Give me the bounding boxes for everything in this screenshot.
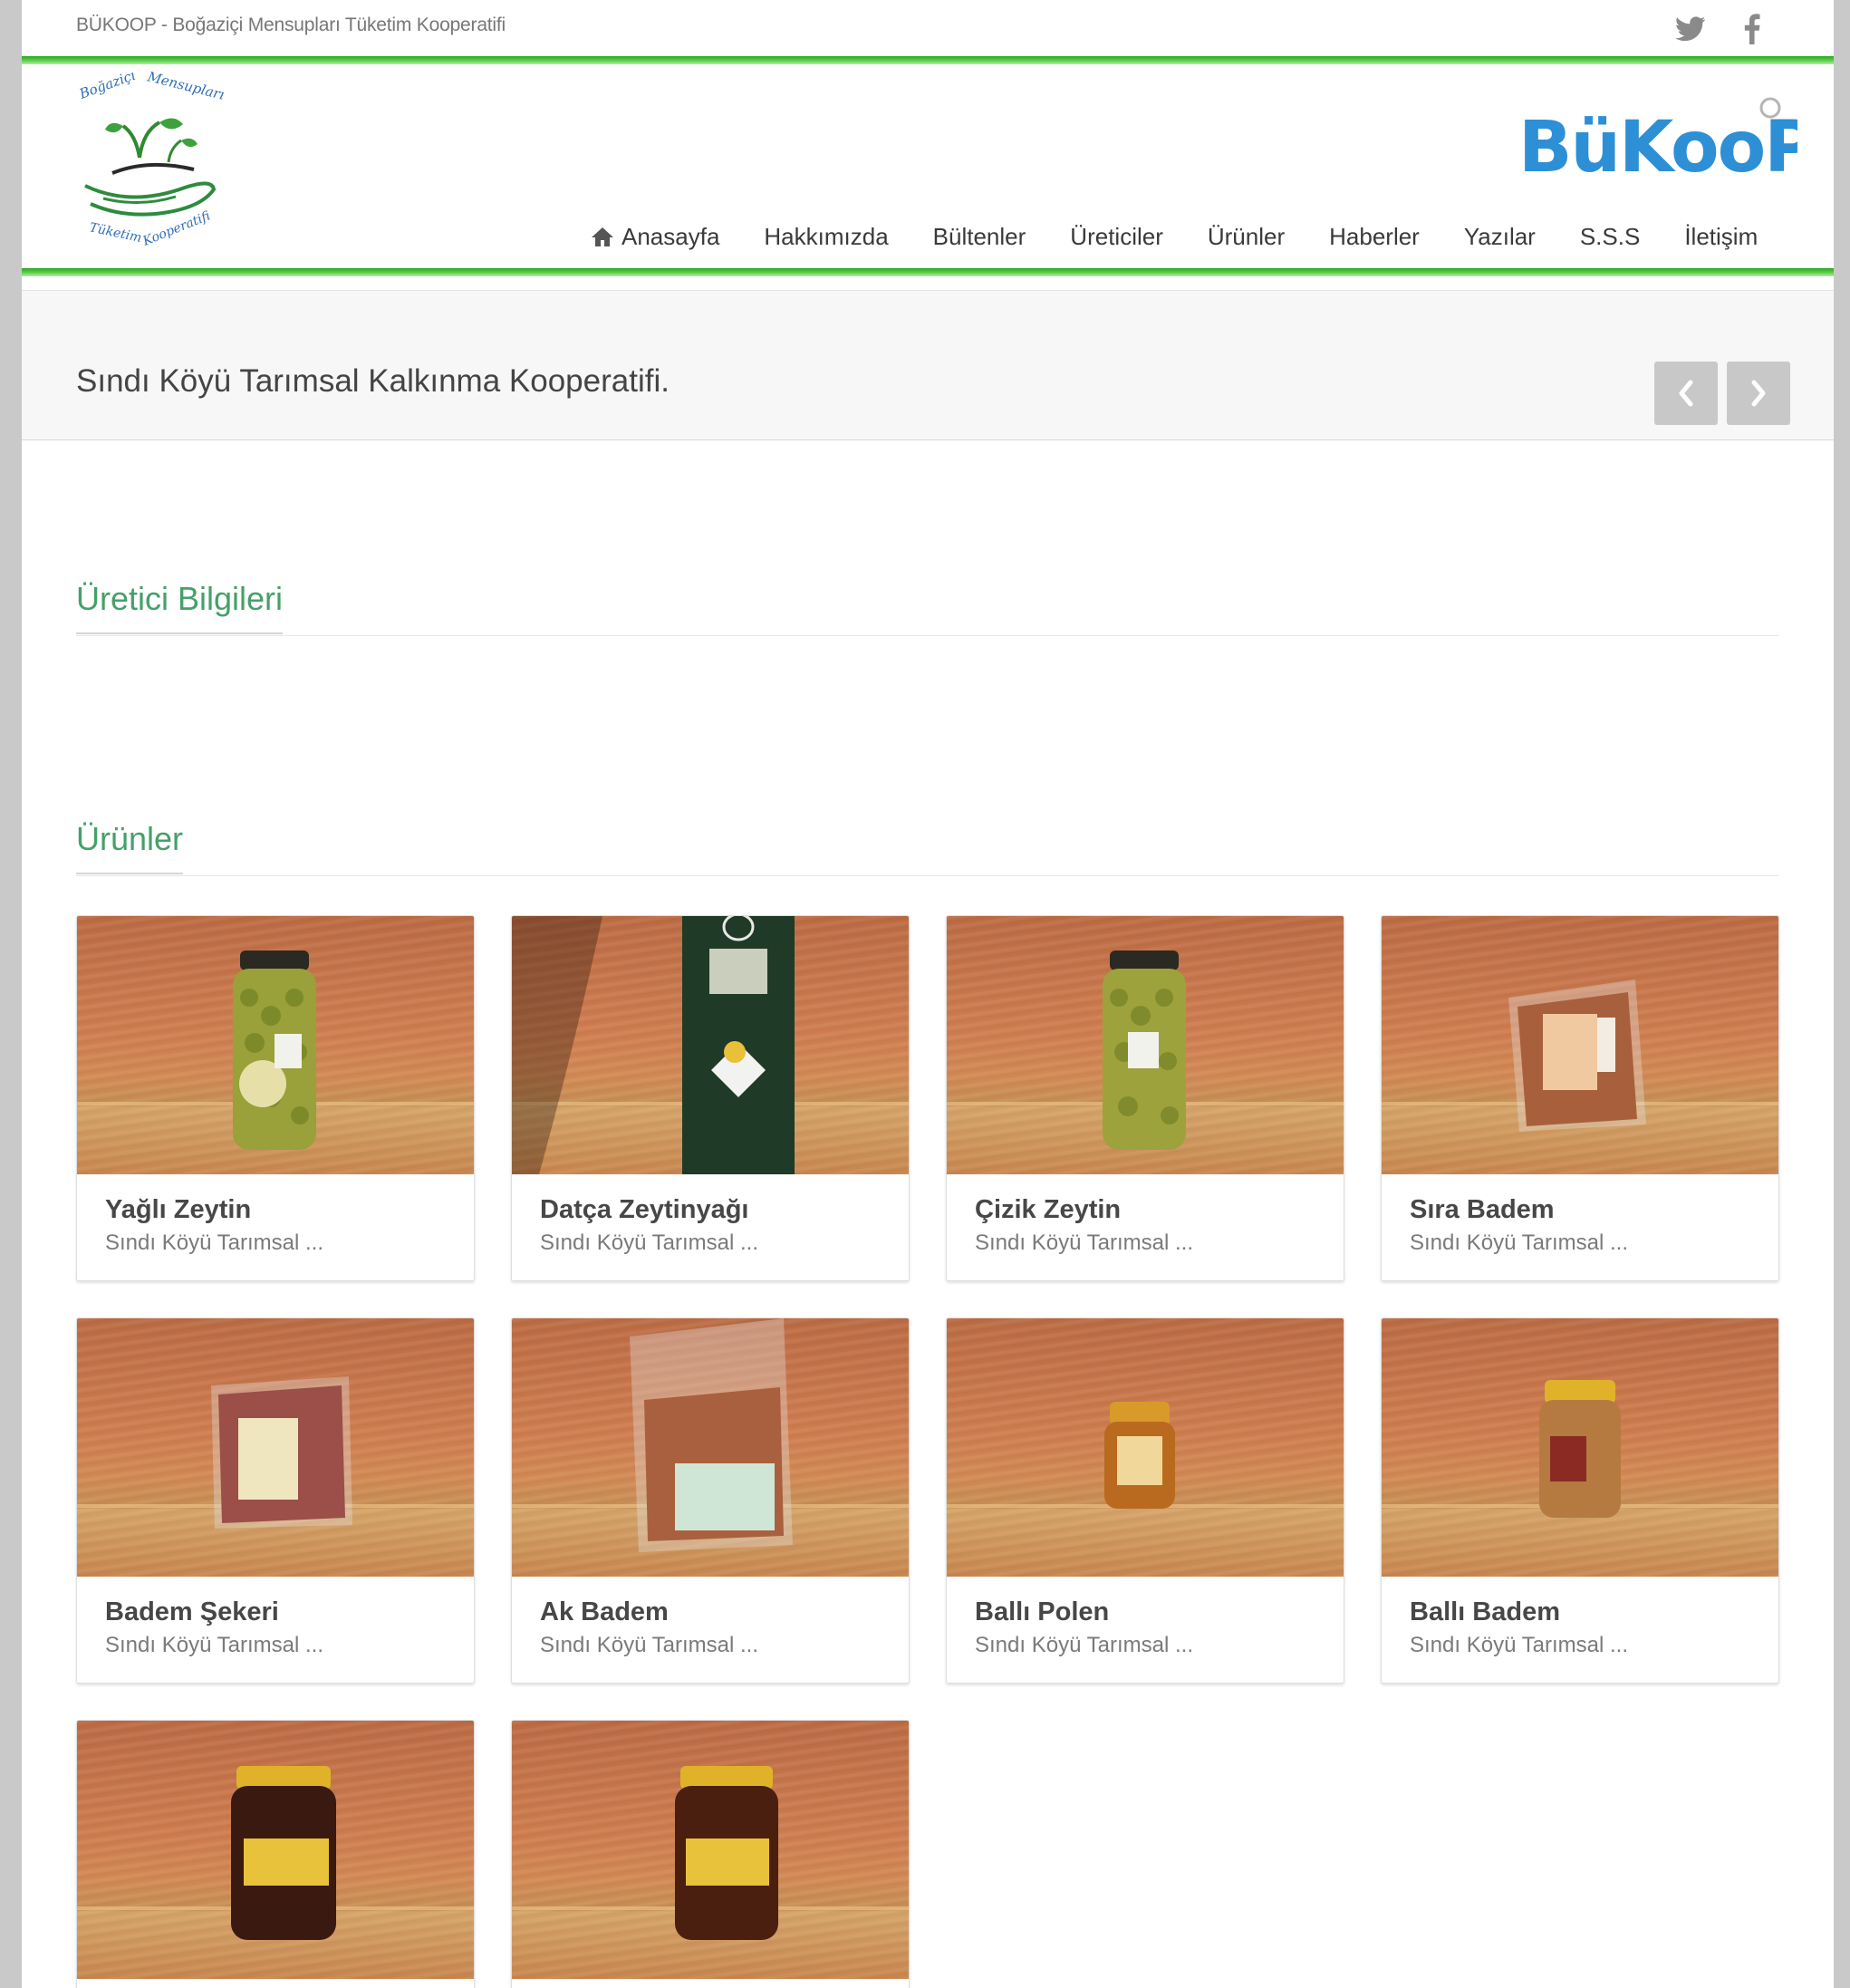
product-name: Datça Zeytinyağı [540,1195,749,1224]
svg-text:Boğaziçi: Boğaziçi [76,72,138,102]
product-name: Badem Şekeri [105,1597,279,1626]
main-nav: Anasayfa Hakkımızda Bültenler Üreticiler… [591,218,1758,255]
next-button[interactable] [1727,362,1790,425]
product-name: Ak Badem [540,1597,669,1626]
product-producer: Sındı Köyü Tarımsal ... [975,1230,1193,1255]
product-name: Ballı Badem [1410,1597,1560,1626]
product-card[interactable]: Çizik Zeytin Sındı Köyü Tarımsal ... [946,915,1344,1281]
producer-info-heading: Üretici Bilgileri [76,580,1779,636]
header: Boğaziçi Mensupları Tüketim Kooperatifi [22,64,1834,268]
nav-faq[interactable]: S.S.S [1580,223,1640,251]
nav-news[interactable]: Haberler [1329,223,1420,251]
product-photo-oil-bottle [512,916,909,1174]
page-title-bar: Sındı Köyü Tarımsal Kalkınma Kooperatifi… [22,290,1834,440]
product-photo-honey-pollen-jar [947,1318,1344,1577]
product-photo-cracked-olive-jar [947,916,1344,1174]
products-heading: Ürünler [76,820,1779,876]
nav-home-label: Anasayfa [621,222,720,250]
product-card[interactable] [511,1720,910,1988]
page-title: Sındı Köyü Tarımsal Kalkınma Kooperatifi… [76,363,670,399]
product-producer: Sındı Köyü Tarımsal ... [540,1633,758,1657]
product-producer: Sındı Köyü Tarımsal ... [1410,1230,1628,1255]
product-card[interactable]: Ballı Polen Sındı Köyü Tarımsal ... [946,1317,1344,1684]
nav-about[interactable]: Hakkımızda [764,223,888,251]
product-name: Yağlı Zeytin [105,1195,252,1224]
nav-products[interactable]: Ürünler [1208,223,1285,251]
products-title: Ürünler [76,820,184,874]
product-card[interactable]: Yağlı Zeytin Sındı Köyü Tarımsal ... [76,915,475,1281]
product-card[interactable]: Sıra Badem Sındı Köyü Tarımsal ... [1381,915,1779,1281]
product-name: Sıra Badem [1410,1195,1555,1224]
product-card[interactable] [76,1720,475,1988]
top-green-stripe [22,56,1834,64]
chevron-left-icon [1679,380,1693,407]
product-photo-almond-bag [1382,916,1778,1174]
product-card[interactable]: Badem Şekeri Sındı Köyü Tarımsal ... [76,1317,475,1684]
product-photo-dark-honey-jar [77,1721,474,1979]
svg-text:Tüketim: Tüketim [88,220,143,246]
page: BÜKOOP - Boğaziçi Mensupları Tüketim Koo… [22,0,1834,1988]
product-card[interactable]: Ballı Badem Sındı Köyü Tarımsal ... [1381,1317,1779,1684]
nav-home[interactable]: Anasayfa [591,223,719,251]
producer-info-title: Üretici Bilgileri [76,580,284,634]
site-tagline: BÜKOOP - Boğaziçi Mensupları Tüketim Koo… [76,14,506,35]
product-name: Ballı Polen [975,1597,1110,1626]
product-producer: Sındı Köyü Tarımsal ... [540,1230,758,1255]
product-card[interactable]: Ak Badem Sındı Köyü Tarımsal ... [511,1317,910,1684]
twitter-icon[interactable] [1672,11,1709,47]
prev-button[interactable] [1654,362,1718,425]
product-name: Çizik Zeytin [975,1195,1122,1224]
svg-text:Mensupları: Mensupları [145,72,226,103]
site-logo[interactable]: Boğaziçi Mensupları Tüketim Kooperatifi [76,67,230,253]
product-photo-olive-jar [77,916,474,1174]
nav-newsletters[interactable]: Bültenler [933,223,1026,251]
product-photo-almond-candy-bag [77,1318,474,1577]
product-producer: Sındı Köyü Tarımsal ... [975,1633,1193,1657]
product-photo-pine-honey-jar [512,1721,909,1979]
brand-text: BüKooP [1518,107,1797,182]
facebook-icon[interactable] [1734,11,1770,47]
nav-producers[interactable]: Üreticiler [1070,223,1163,251]
brand-wordmark[interactable]: BüKooP [1508,82,1816,188]
home-icon [591,226,614,247]
top-bar: BÜKOOP - Boğaziçi Mensupları Tüketim Koo… [22,0,1834,56]
nav-articles[interactable]: Yazılar [1464,223,1536,251]
nav-contact[interactable]: İletişim [1684,223,1758,251]
product-photo-honey-almond-jar [1382,1318,1778,1577]
chevron-right-icon [1751,380,1766,407]
product-card[interactable]: Datça Zeytinyağı Sındı Köyü Tarımsal ... [511,915,910,1281]
product-photo-white-almond-bag [512,1318,909,1577]
bottom-green-stripe [22,268,1834,276]
product-producer: Sındı Köyü Tarımsal ... [105,1633,323,1657]
product-producer: Sındı Köyü Tarımsal ... [1410,1633,1628,1657]
product-producer: Sındı Köyü Tarımsal ... [105,1230,323,1255]
